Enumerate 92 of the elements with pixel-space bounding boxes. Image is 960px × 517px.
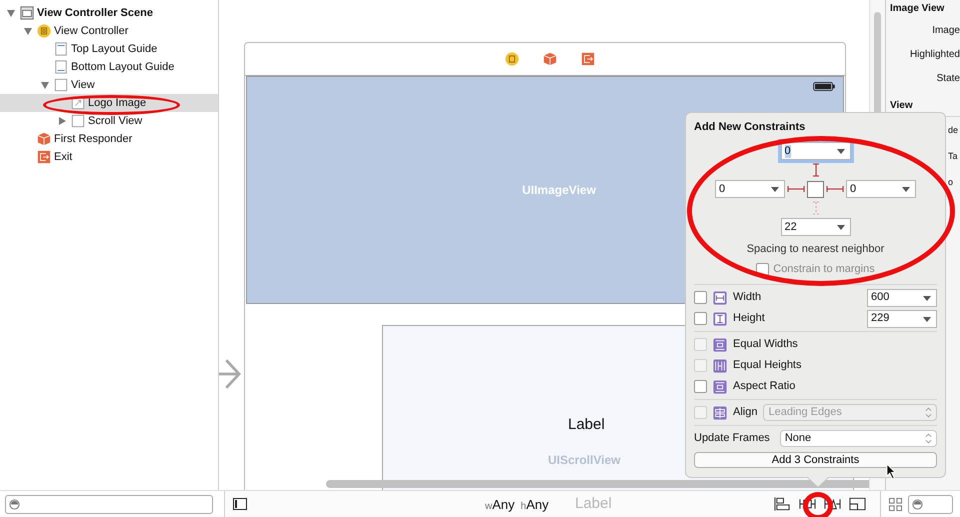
- label-text: Label: [568, 416, 605, 433]
- tree-item[interactable]: View Controller: [0, 22, 218, 40]
- inspector-label: Ta: [947, 150, 959, 163]
- tree-item-label: Exit: [54, 151, 72, 163]
- sidebar-toggle-icon[interactable]: [233, 498, 247, 510]
- size-class-prefix: w: [485, 501, 492, 512]
- checkbox[interactable]: [694, 380, 707, 393]
- constraint-label: Align: [733, 406, 758, 419]
- filter-icon: [912, 498, 923, 510]
- tree-item-label: Logo Image: [88, 97, 146, 109]
- scrollbar-thumb[interactable]: [326, 480, 869, 488]
- cube-icon[interactable]: [543, 52, 557, 66]
- align-constraint-icon: [713, 406, 727, 420]
- constraint-label: Aspect Ratio: [733, 380, 796, 393]
- spacing-dropdown[interactable]: 22: [780, 218, 850, 236]
- checkbox[interactable]: [694, 291, 707, 304]
- size-class-prefix: h: [520, 501, 526, 512]
- entry-arrow-icon: [219, 358, 241, 390]
- tree-item-label: First Responder: [54, 133, 132, 145]
- inspector-title: Image View: [890, 3, 946, 16]
- constraint-label: Height: [733, 312, 765, 325]
- spacing-strut[interactable]: [810, 163, 820, 177]
- tree-item-label: View: [71, 79, 95, 91]
- layout-guide-icon: [54, 42, 68, 56]
- pin-icon[interactable]: [799, 497, 816, 511]
- spacing-dropdown[interactable]: 0: [846, 180, 916, 198]
- controller-icon[interactable]: [505, 52, 519, 66]
- constraint-icon: [713, 358, 727, 372]
- constraint-icon: [713, 380, 727, 394]
- tree-item[interactable]: Bottom Layout Guide: [0, 58, 218, 76]
- spacing-strut[interactable]: [826, 184, 844, 194]
- resolve-icon[interactable]: [824, 497, 841, 511]
- collapsed-triangle-icon[interactable]: [57, 116, 67, 126]
- stepper-icon: [925, 407, 932, 418]
- resize-icon[interactable]: [849, 497, 866, 511]
- filter-field[interactable]: [908, 494, 953, 514]
- width-constraint-icon: [713, 290, 727, 304]
- size-class-value[interactable]: Any: [492, 497, 515, 512]
- constant-dropdown[interactable]: 229: [867, 310, 937, 328]
- tree-item-label: Top Layout Guide: [71, 43, 158, 55]
- constraint-label: Width: [733, 291, 762, 304]
- add-constraints-button[interactable]: Add 3 Constraints: [694, 452, 937, 468]
- tree-item[interactable]: Top Layout Guide: [0, 40, 218, 58]
- inspector-label: o: [947, 176, 954, 189]
- view-icon: [71, 114, 85, 128]
- spacing-strut[interactable]: [787, 184, 805, 194]
- stepper-icon: [925, 433, 932, 444]
- constraint-label: Equal Widths: [733, 338, 798, 351]
- view-icon: [54, 78, 68, 92]
- scene-icon: [20, 6, 34, 20]
- layout-guide-icon: [54, 60, 68, 74]
- tree-item[interactable]: Exit: [0, 148, 218, 166]
- tree-item[interactable]: Logo Image: [0, 94, 218, 112]
- scroll-view-caption: UIScrollView: [548, 453, 620, 467]
- tree-item[interactable]: View: [0, 76, 218, 94]
- expanded-triangle-icon[interactable]: [40, 80, 50, 90]
- spacing-dropdown[interactable]: 0: [715, 180, 785, 198]
- inspector-label: Highlighted: [908, 48, 960, 62]
- tree-item[interactable]: Scroll View: [0, 112, 218, 130]
- inspector-label: Image: [931, 24, 960, 38]
- tree-item-label: Bottom Layout Guide: [71, 61, 174, 73]
- inspector-label: State: [936, 72, 960, 86]
- update-frames-label: Update Frames: [694, 432, 770, 445]
- cube-icon: [37, 132, 51, 146]
- label-text: Label: [575, 495, 612, 512]
- constraint-icon: [713, 338, 727, 352]
- exit-icon[interactable]: [581, 52, 595, 66]
- tree-item-label: View Controller: [54, 25, 128, 37]
- tree-item[interactable]: View Controller Scene: [0, 4, 218, 22]
- battery-icon: [813, 82, 835, 91]
- expanded-triangle-icon[interactable]: [6, 8, 16, 18]
- controller-icon: [37, 24, 51, 38]
- tree-item-label: View Controller Scene: [37, 7, 153, 19]
- height-constraint-icon: [713, 312, 727, 326]
- size-class-value[interactable]: Any: [526, 497, 549, 512]
- annotation-ellipse: [803, 492, 833, 517]
- constraint-label: Equal Heights: [733, 359, 802, 372]
- filter-field[interactable]: [5, 494, 213, 514]
- exit-icon: [37, 150, 51, 164]
- expanded-triangle-icon[interactable]: [23, 26, 33, 36]
- popover-title: Add New Constraints: [694, 121, 806, 135]
- view-square: [807, 180, 824, 198]
- inspector-label: de: [947, 124, 960, 137]
- filter-icon: [9, 498, 20, 510]
- update-frames-select[interactable]: None: [780, 430, 937, 447]
- grid-icon[interactable]: [889, 498, 902, 510]
- align-icon[interactable]: [774, 497, 791, 511]
- checkbox[interactable]: [694, 312, 707, 325]
- tree-item-label: Scroll View: [88, 115, 142, 127]
- image-view-caption: UIImageView: [522, 183, 596, 197]
- tree-item[interactable]: First Responder: [0, 130, 218, 148]
- constant-dropdown[interactable]: 600: [867, 288, 937, 306]
